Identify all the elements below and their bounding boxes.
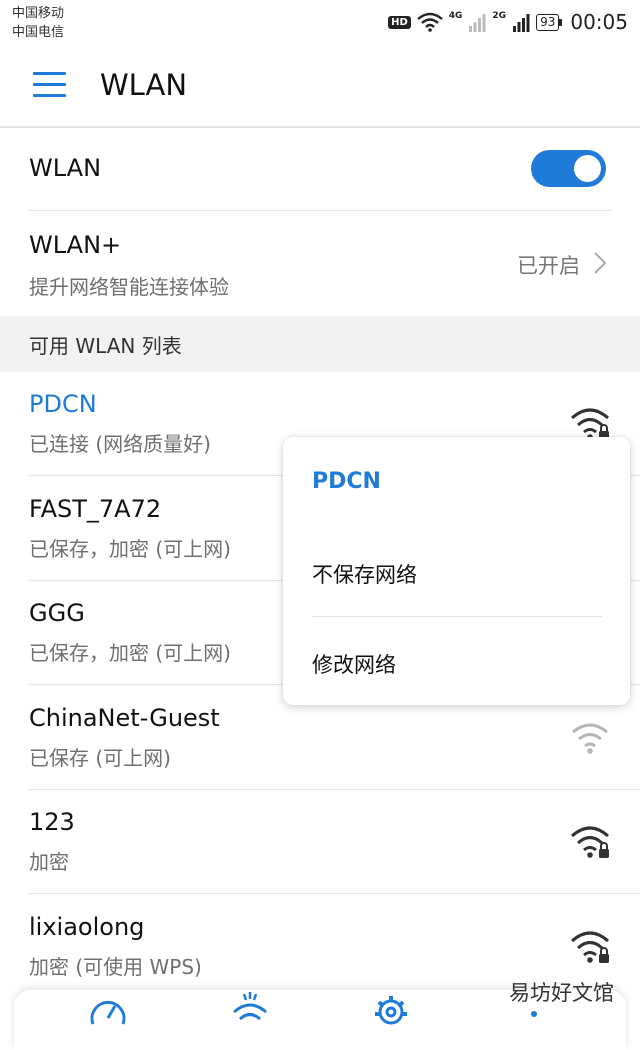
status-bar: 中国移动 中国电信 HD 4G 2G 93 00:05: [0, 0, 640, 48]
status-icons: HD 4G 2G 93 00:05: [388, 10, 628, 34]
network-type-1: 4G: [448, 11, 463, 21]
network-type-2: 2G: [492, 11, 507, 21]
wifi-locked-icon: [571, 826, 609, 858]
app-bar: WLAN: [0, 48, 640, 128]
carrier-1: 中国移动: [12, 6, 65, 21]
wlan-toggle-switch[interactable]: [531, 150, 606, 187]
network-status: 已保存 (可上网): [29, 745, 171, 770]
section-title: 可用 WLAN 列表: [29, 334, 182, 358]
wlan-plus-subtitle: 提升网络智能连接体验: [29, 275, 229, 299]
page-title: WLAN: [100, 68, 188, 102]
settings-gear-icon[interactable]: [371, 992, 411, 1026]
wifi-open-icon: [572, 723, 608, 754]
network-row[interactable]: 123 加密: [0, 790, 640, 894]
wifi-locked-icon: [571, 408, 609, 440]
signal-bars-icon-1: [469, 14, 486, 32]
battery-level: 93: [536, 13, 560, 31]
network-status: 加密 (可使用 WPS): [29, 954, 202, 979]
carrier-2: 中国电信: [12, 25, 65, 40]
hamburger-menu-icon[interactable]: [33, 72, 66, 98]
network-status: 已保存，加密 (可上网): [29, 641, 231, 665]
chevron-right-icon: [594, 252, 607, 274]
speed-test-icon[interactable]: [88, 992, 128, 1026]
modify-network-item[interactable]: 修改网络: [312, 649, 396, 679]
popup-title: PDCN: [312, 469, 381, 494]
wifi-scan-icon[interactable]: [230, 992, 270, 1026]
network-name: GGG: [29, 599, 85, 627]
network-name: PDCN: [29, 390, 97, 418]
network-status: 已保存，加密 (可上网): [29, 536, 231, 561]
clock: 00:05: [570, 10, 628, 34]
watermark: 易坊好文馆: [509, 981, 614, 1005]
network-name: 123: [29, 808, 75, 836]
network-name: ChinaNet-Guest: [29, 703, 220, 732]
forget-network-item[interactable]: 不保存网络: [312, 559, 417, 589]
wifi-locked-icon: [571, 931, 609, 963]
network-name: lixiaolong: [29, 912, 145, 941]
network-context-menu: PDCN 不保存网络 修改网络: [283, 437, 630, 705]
wlan-plus-status: 已开启: [517, 254, 580, 278]
wlan-plus-title: WLAN+: [29, 231, 122, 259]
carrier-labels: 中国移动 中国电信: [12, 4, 64, 42]
divider: [312, 616, 602, 617]
network-status: 已连接 (网络质量好): [29, 432, 211, 456]
hd-badge: HD: [388, 15, 411, 29]
network-status: 加密: [29, 850, 69, 874]
wifi-status-icon: [416, 12, 443, 32]
wlan-toggle-label: WLAN: [29, 154, 102, 182]
battery-icon: 93: [536, 13, 563, 31]
section-header: 可用 WLAN 列表: [0, 316, 640, 372]
signal-bars-icon-2: [513, 14, 530, 32]
network-name: FAST_7A72: [29, 494, 162, 523]
